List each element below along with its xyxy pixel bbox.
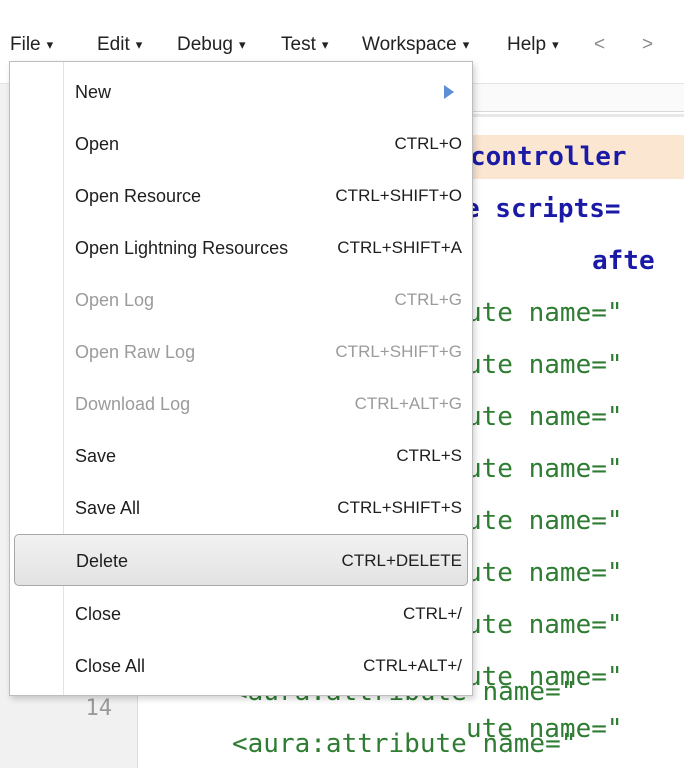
menu-item-save-all[interactable]: Save All CTRL+SHIFT+S [10, 482, 472, 534]
menu-item-shortcut: CTRL+S [396, 446, 462, 465]
code-line: ute name=" [466, 501, 623, 541]
menu-item-label: Close [75, 604, 122, 624]
code-line: e scripts= [464, 194, 621, 224]
menu-item-label: Open Lightning Resources [75, 238, 289, 258]
menu-file[interactable]: File ▾ [10, 30, 53, 60]
menu-item-shortcut: CTRL+SHIFT+S [337, 498, 462, 517]
menu-help-label: Help [507, 34, 547, 55]
menu-workspace[interactable]: Workspace ▾ [362, 30, 469, 60]
code-line: controller [470, 142, 627, 172]
code-line-text: ute name=" [466, 402, 623, 432]
code-line: afte [592, 246, 655, 276]
menu-item-label: Open Log [75, 290, 155, 310]
menu-test-label: Test [281, 34, 316, 55]
submenu-arrow-icon [444, 85, 454, 99]
menu-item-shortcut: CTRL+SHIFT+G [335, 342, 462, 361]
menu-test[interactable]: Test ▾ [281, 30, 328, 60]
menu-item-shortcut: CTRL+/ [402, 604, 462, 623]
menu-item-open-raw-log: Open Raw Log CTRL+SHIFT+G [10, 326, 472, 378]
menu-debug-label: Debug [177, 34, 233, 55]
chevron-down-icon: ▾ [46, 37, 54, 52]
menu-item-download-log: Download Log CTRL+ALT+G [10, 378, 472, 430]
chevron-down-icon: ▾ [239, 37, 246, 52]
file-dropdown-menu: New Open CTRL+O Open Resource CTRL+SHIFT… [9, 61, 473, 696]
menu-help[interactable]: Help ▾ [507, 30, 559, 60]
code-line-text: ute name=" [466, 454, 623, 484]
forward-arrow-icon[interactable]: > [642, 30, 653, 60]
line-number: 14 [85, 696, 113, 721]
menu-workspace-label: Workspace [362, 34, 457, 55]
chevron-down-icon: ▾ [321, 37, 329, 52]
code-line: <aura:attribute name=" [232, 724, 576, 764]
menu-item-open-lightning-resources[interactable]: Open Lightning Resources CTRL+SHIFT+A [10, 222, 472, 274]
menu-item-close-all[interactable]: Close All CTRL+ALT+/ [10, 640, 472, 692]
code-line: ute name=" [466, 397, 623, 437]
code-line: ute name=" [466, 605, 623, 645]
menu-item-label: Open Raw Log [75, 342, 196, 362]
menu-item-shortcut: CTRL+DELETE [341, 551, 462, 570]
menu-debug[interactable]: Debug ▾ [177, 30, 246, 60]
chevron-down-icon: ▾ [135, 37, 143, 52]
menu-item-shortcut: CTRL+SHIFT+O [335, 186, 462, 205]
code-line-text: <aura:attribute name=" [232, 729, 577, 759]
code-line-text: ute name=" [466, 350, 623, 380]
code-line: ute name=" [466, 293, 623, 333]
code-line-text: ute name=" [466, 610, 623, 640]
code-line-text: ute name=" [466, 558, 623, 588]
code-line: ute name=" [466, 345, 623, 385]
menu-item-close[interactable]: Close CTRL+/ [10, 588, 472, 640]
menu-item-shortcut: CTRL+G [394, 290, 462, 309]
menu-item-label: Delete [76, 551, 129, 571]
menu-item-label: Close All [75, 656, 146, 676]
code-line: ute name=" [466, 553, 623, 593]
menu-item-shortcut: CTRL+O [394, 134, 462, 153]
menu-item-label: Open Resource [75, 186, 202, 206]
menu-item-open-log: Open Log CTRL+G [10, 274, 472, 326]
menu-item-label: Open [75, 134, 120, 154]
menu-item-label: Save All [75, 498, 141, 518]
back-arrow-icon[interactable]: < [594, 30, 605, 60]
menu-item-open[interactable]: Open CTRL+O [10, 118, 472, 170]
menu-item-shortcut: CTRL+SHIFT+A [337, 238, 462, 257]
menu-item-delete[interactable]: Delete CTRL+DELETE [14, 534, 468, 586]
menu-item-label: Save [75, 446, 117, 466]
code-line: ute name=" [466, 449, 623, 489]
menu-item-label: New [75, 82, 112, 102]
chevron-down-icon: ▾ [552, 37, 559, 52]
menu-item-shortcut: CTRL+ALT+G [354, 394, 462, 413]
menu-item-new[interactable]: New [10, 66, 472, 118]
chevron-down-icon: ▾ [462, 37, 470, 52]
code-line-text: ute name=" [466, 506, 623, 536]
menu-file-label: File [10, 34, 41, 55]
menu-item-open-resource[interactable]: Open Resource CTRL+SHIFT+O [10, 170, 472, 222]
menu-item-shortcut: CTRL+ALT+/ [363, 656, 462, 675]
menu-item-label: Download Log [75, 394, 191, 414]
code-line-text: ute name=" [466, 298, 623, 328]
menu-item-save[interactable]: Save CTRL+S [10, 430, 472, 482]
menu-edit[interactable]: Edit ▾ [97, 30, 142, 60]
menu-edit-label: Edit [97, 34, 130, 55]
